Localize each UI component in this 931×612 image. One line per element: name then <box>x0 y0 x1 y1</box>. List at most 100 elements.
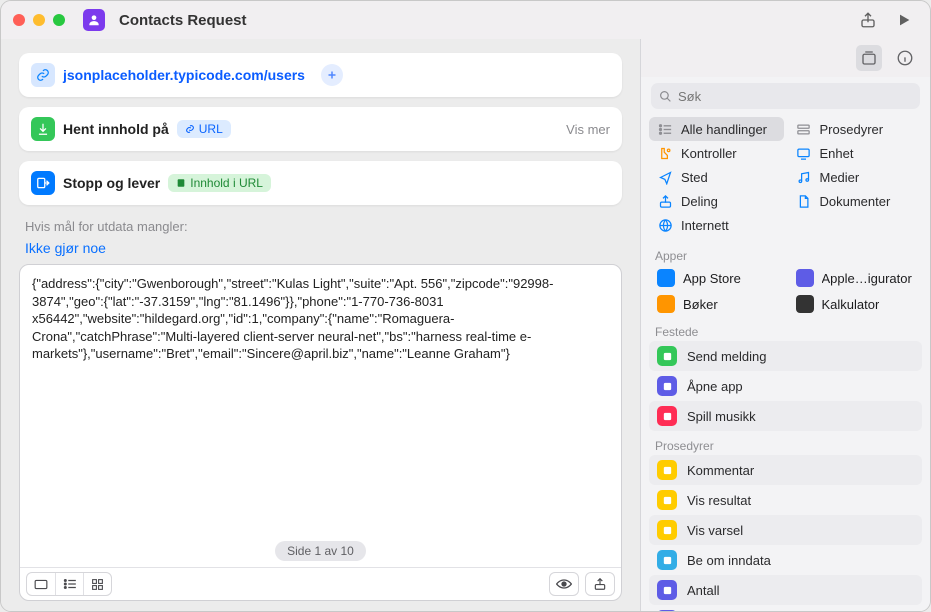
search-field[interactable] <box>651 83 920 109</box>
category-icon <box>657 217 673 233</box>
content-param-label: Innhold i URL <box>190 176 263 190</box>
maximize-button[interactable] <box>53 14 65 26</box>
app-label: Kalkulator <box>822 297 880 312</box>
library-tab-button[interactable] <box>856 45 882 71</box>
category-item[interactable]: Alle handlinger <box>649 117 784 141</box>
minimize-button[interactable] <box>33 14 45 26</box>
category-item[interactable]: Kontroller <box>649 141 784 165</box>
actions-sidebar: Alle handlinger Prosedyrer Kontroller Enhet… <box>640 39 930 611</box>
url-param-pill[interactable]: URL <box>177 120 231 138</box>
fallback-label: Hvis mål for utdata mangler: <box>21 219 622 234</box>
get-contents-block[interactable]: Hent innhold på URL Vis mer <box>19 107 622 151</box>
category-label: Alle handlinger <box>681 122 767 137</box>
apps-grid: App Store Apple…igurator Bøker Kalkulator <box>641 265 930 317</box>
category-icon <box>657 145 673 161</box>
category-icon <box>796 193 812 209</box>
category-label: Prosedyrer <box>820 122 884 137</box>
view-single-button[interactable] <box>27 573 55 595</box>
view-grid-button[interactable] <box>83 573 111 595</box>
action-icon <box>657 346 677 366</box>
share-button[interactable] <box>854 6 882 34</box>
category-label: Internett <box>681 218 729 233</box>
action-item[interactable]: Vis resultat <box>649 485 922 515</box>
category-icon <box>657 169 673 185</box>
output-text[interactable]: {"address":{"city":"Gwenborough","street… <box>20 265 621 535</box>
category-item[interactable]: Enhet <box>788 141 923 165</box>
category-label: Kontroller <box>681 146 737 161</box>
output-panel: {"address":{"city":"Gwenborough","street… <box>19 264 622 601</box>
apps-section-label: Apper <box>641 241 930 265</box>
action-label: Vis resultat <box>687 493 751 508</box>
run-button[interactable] <box>890 6 918 34</box>
category-label: Enhet <box>820 146 854 161</box>
action-item[interactable]: Spill musikk <box>649 401 922 431</box>
app-item[interactable]: Kalkulator <box>788 291 923 317</box>
fallback-action-button[interactable]: Ikke gjør noe <box>21 240 622 256</box>
output-share-button[interactable] <box>586 573 614 595</box>
show-more-button[interactable]: Vis mer <box>566 122 610 137</box>
action-icon <box>657 580 677 600</box>
category-label: Sted <box>681 170 708 185</box>
fallback-section: Hvis mål for utdata mangler: Ikke gjør n… <box>19 215 622 264</box>
action-item[interactable]: Åpne app <box>649 371 922 401</box>
action-label: Kommentar <box>687 463 754 478</box>
app-item[interactable]: Bøker <box>649 291 784 317</box>
info-tab-button[interactable] <box>892 45 918 71</box>
stop-output-block[interactable]: Stopp og lever Innhold i URL <box>19 161 622 205</box>
action-item[interactable]: Be om inndata <box>649 545 922 575</box>
action-item[interactable]: Kommentar <box>649 455 922 485</box>
download-icon <box>31 117 55 141</box>
category-item[interactable]: Sted <box>649 165 784 189</box>
category-icon <box>657 121 673 137</box>
action-icon <box>657 376 677 396</box>
category-icon <box>796 121 812 137</box>
pinned-list: Send melding Åpne app Spill musikk <box>641 341 930 431</box>
action-icon <box>657 610 677 611</box>
category-item[interactable]: Prosedyrer <box>788 117 923 141</box>
action-label: Vis varsel <box>687 523 743 538</box>
category-item[interactable]: Internett <box>649 213 784 237</box>
app-item[interactable]: App Store <box>649 265 784 291</box>
content-param-pill[interactable]: Innhold i URL <box>168 174 271 192</box>
action-item[interactable]: Vis varsel <box>649 515 922 545</box>
view-list-button[interactable] <box>55 573 83 595</box>
add-url-button[interactable] <box>321 64 343 86</box>
action-label: Antall <box>687 583 720 598</box>
action-item[interactable]: Velg fra meny <box>649 605 922 611</box>
category-label: Medier <box>820 170 860 185</box>
app-label: App Store <box>683 271 741 286</box>
output-toolbar <box>20 567 621 600</box>
category-item[interactable]: Medier <box>788 165 923 189</box>
get-contents-title: Hent innhold på <box>63 121 169 137</box>
category-item[interactable]: Deling <box>649 189 784 213</box>
app-item[interactable]: Apple…igurator <box>788 265 923 291</box>
category-label: Deling <box>681 194 718 209</box>
url-text[interactable]: jsonplaceholder.typicode.com/users <box>63 67 305 83</box>
close-button[interactable] <box>13 14 25 26</box>
pager-chip[interactable]: Side 1 av 10 <box>275 541 366 561</box>
output-pager: Side 1 av 10 <box>20 535 621 567</box>
stop-output-title: Stopp og lever <box>63 175 160 191</box>
workflow-editor: jsonplaceholder.typicode.com/users Hent … <box>1 39 640 611</box>
app-icon <box>657 295 675 313</box>
app-label: Apple…igurator <box>822 271 912 286</box>
action-item[interactable]: Antall <box>649 575 922 605</box>
search-icon <box>659 90 672 103</box>
category-icon <box>657 193 673 209</box>
procedures-section-label: Prosedyrer <box>641 431 930 455</box>
search-input[interactable] <box>678 89 912 104</box>
action-item[interactable]: Send melding <box>649 341 922 371</box>
url-block[interactable]: jsonplaceholder.typicode.com/users <box>19 53 622 97</box>
titlebar: Contacts Request <box>1 1 930 39</box>
action-label: Send melding <box>687 349 767 364</box>
window-title: Contacts Request <box>119 12 247 29</box>
action-icon <box>657 460 677 480</box>
action-label: Spill musikk <box>687 409 756 424</box>
link-icon <box>31 63 55 87</box>
action-icon <box>657 406 677 426</box>
category-icon <box>796 145 812 161</box>
quicklook-button[interactable] <box>550 573 578 595</box>
traffic-lights <box>13 14 65 26</box>
category-item[interactable]: Dokumenter <box>788 189 923 213</box>
action-icon <box>657 550 677 570</box>
